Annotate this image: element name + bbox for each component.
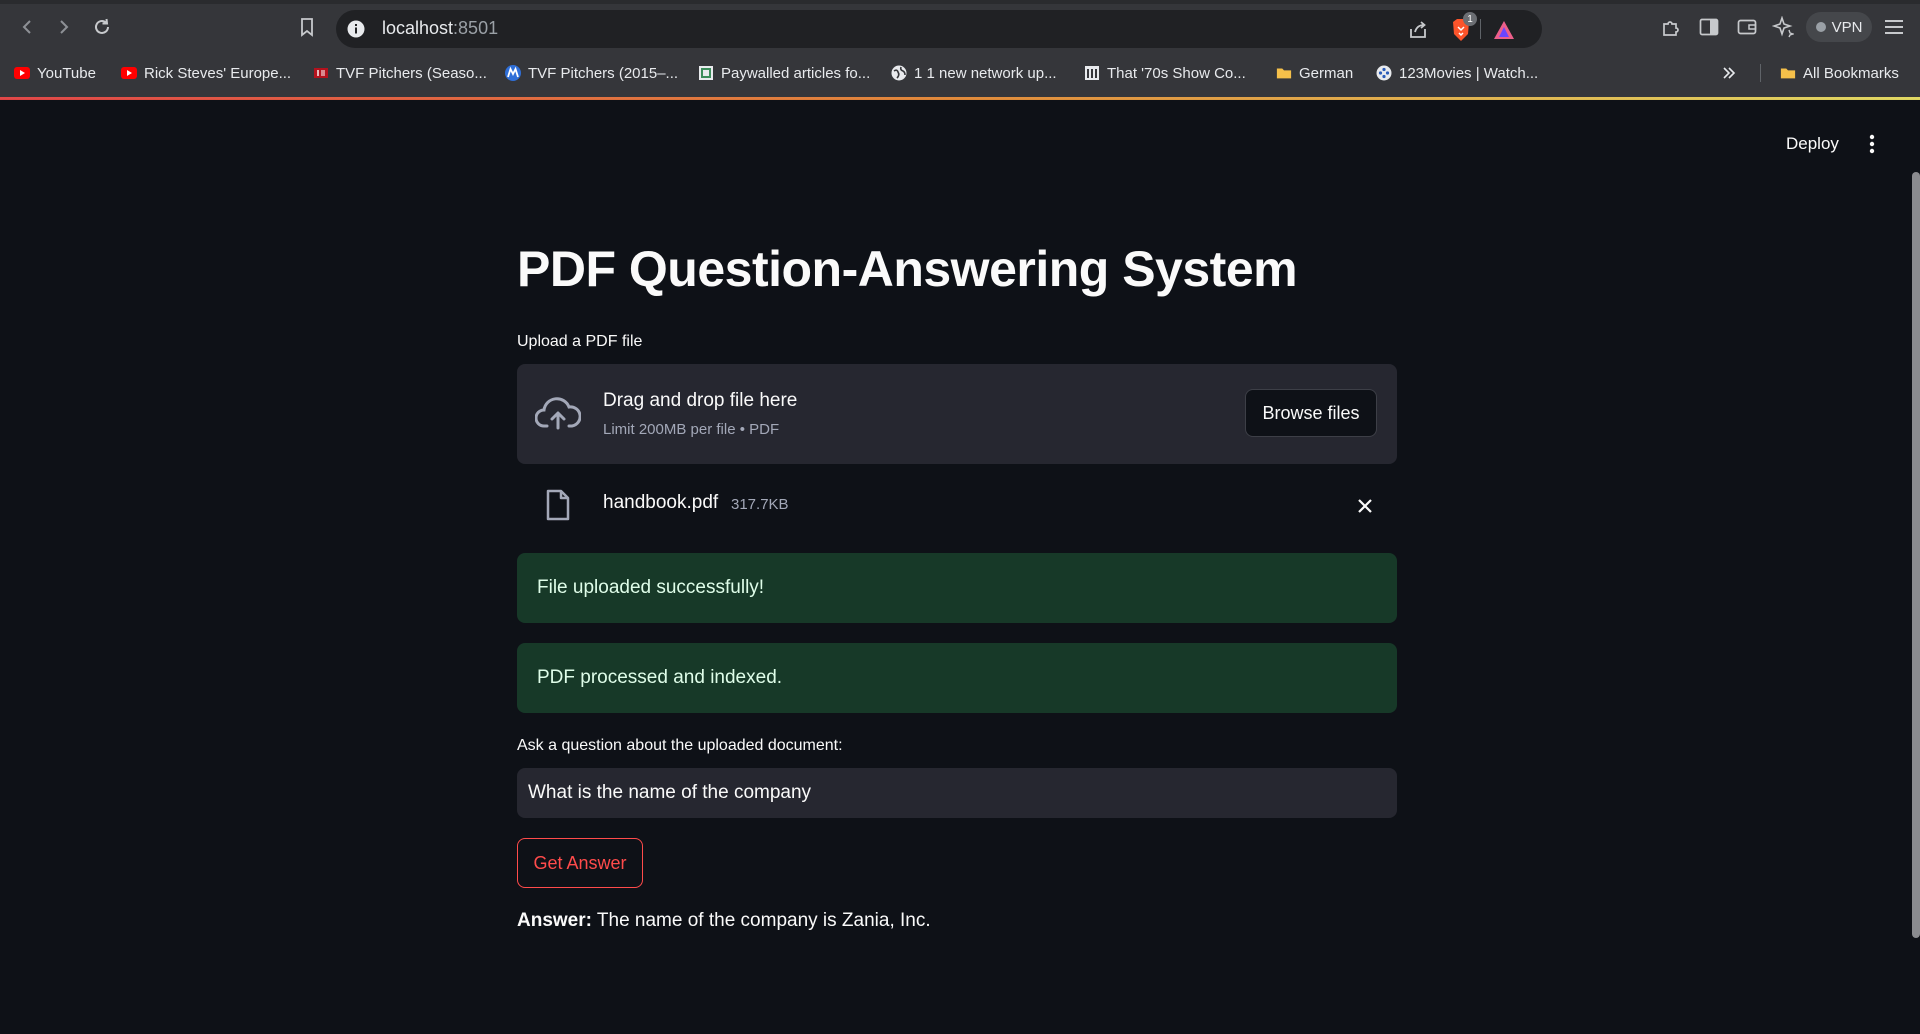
bookmarks-divider [1760,64,1761,82]
answer-prefix: Answer: [517,910,592,931]
file-icon [546,489,570,521]
file-dropzone[interactable]: Drag and drop file here Limit 200MB per … [517,364,1397,464]
m-logo-icon [505,65,521,81]
brave-badge: 1 [1463,12,1477,26]
upload-label: Upload a PDF file [517,333,643,350]
main-menu-kebab[interactable] [1860,130,1884,158]
brave-shields-button[interactable]: 1 [1449,12,1477,42]
browser-toolbar: localhost:8501 1 VPN [0,8,1920,48]
puzzle-icon [1663,21,1679,36]
reload-button[interactable] [85,10,119,44]
bookmark-70s-show[interactable]: That '70s Show Co... [1084,62,1246,84]
bookmark-tvf-pitchers-season[interactable]: TVF Pitchers (Seaso... [313,62,487,84]
double-chevron-right-icon [1723,67,1736,79]
bookmark-folder-german[interactable]: German [1276,62,1353,84]
success-alert-upload: File uploaded successfully! [517,553,1397,623]
url-text[interactable]: localhost:8501 [382,18,498,39]
deploy-button[interactable]: Deploy [1776,130,1849,158]
hamburger-icon [1885,20,1903,34]
omnibox-divider [1480,19,1481,39]
dropzone-limit: Limit 200MB per file • PDF [603,421,780,438]
close-icon [1358,499,1372,513]
chevron-right-icon [60,20,69,34]
main-menu-button[interactable] [1878,11,1910,43]
bookmark-page-button[interactable] [290,10,324,44]
extensions-button[interactable] [1655,11,1687,43]
vpn-button[interactable]: VPN [1806,12,1872,42]
reload-icon [95,18,109,34]
file-size: 317.7KB [731,496,789,513]
share-button[interactable] [1406,18,1430,42]
app-view: Deploy PDF Question-Answering System Upl… [0,100,1920,1034]
folder-icon [1780,65,1796,81]
vpn-status-icon [1815,22,1826,32]
wallet-icon [1737,19,1757,35]
success-alert-indexed: PDF processed and indexed. [517,643,1397,713]
share-icon [1410,21,1426,38]
get-answer-button[interactable]: Get Answer [517,838,643,888]
bookmark-rick-steves[interactable]: Rick Steves' Europe... [121,62,291,84]
back-button[interactable] [10,10,44,44]
browser-chrome: localhost:8501 1 VPN YouTube Rick Steves… [0,0,1920,100]
question-label: Ask a question about the uploaded docume… [517,737,843,754]
page-title: PDF Question-Answering System [517,241,1298,297]
address-bar[interactable]: localhost:8501 1 [336,10,1542,48]
imdb-icon [313,65,329,81]
remove-file-button[interactable] [1353,494,1377,518]
dropzone-instructions: Drag and drop file here [603,390,798,411]
bookmark-123movies[interactable]: 123Movies | Watch... [1376,62,1538,84]
rewards-triangle-icon [1494,21,1514,39]
info-icon[interactable] [347,20,365,38]
wallet-button[interactable] [1731,11,1763,43]
bookmarks-overflow-button[interactable] [1722,62,1736,84]
youtube-icon [121,65,137,81]
cloud-upload-icon [535,397,581,430]
scrollbar[interactable] [1912,172,1920,938]
chevron-left-icon [22,20,31,34]
uploaded-file: handbook.pdf 317.7KB [517,480,1397,532]
brave-rewards-button[interactable] [1492,18,1516,42]
answer-body: The name of the company is Zania, Inc. [591,910,931,931]
file-name: handbook.pdf [603,492,719,513]
bookmarks-bar: YouTube Rick Steves' Europe... TVF Pitch… [0,58,1920,86]
sidebar-toggle-button[interactable] [1693,11,1725,43]
bookmark-youtube[interactable]: YouTube [14,62,96,84]
tab-strip [0,0,1920,4]
folder-icon [1276,65,1292,81]
answer-text: Answer: The name of the company is Zania… [517,910,931,932]
all-bookmarks-folder[interactable]: All Bookmarks [1780,62,1899,84]
bookmark-icon [301,18,313,37]
bookmark-tvf-pitchers-2015[interactable]: TVF Pitchers (2015–... [505,62,678,84]
building-icon [1084,65,1100,81]
question-input[interactable]: What is the name of the company [517,768,1397,818]
sparkle-icon [1772,16,1794,38]
globe-icon [891,65,907,81]
bookmark-paywalled-articles[interactable]: Paywalled articles fo... [698,62,870,84]
leo-ai-button[interactable] [1767,11,1799,43]
youtube-icon [14,65,30,81]
sidebar-icon [1699,18,1719,36]
forward-button[interactable] [47,10,81,44]
film-reel-icon [1376,65,1392,81]
vpn-label: VPN [1831,18,1863,36]
browse-files-button[interactable]: Browse files [1245,389,1377,437]
article-icon [698,65,714,81]
bookmark-network-update[interactable]: 1 1 new network up... [891,62,1057,84]
more-vertical-icon [1869,134,1875,154]
